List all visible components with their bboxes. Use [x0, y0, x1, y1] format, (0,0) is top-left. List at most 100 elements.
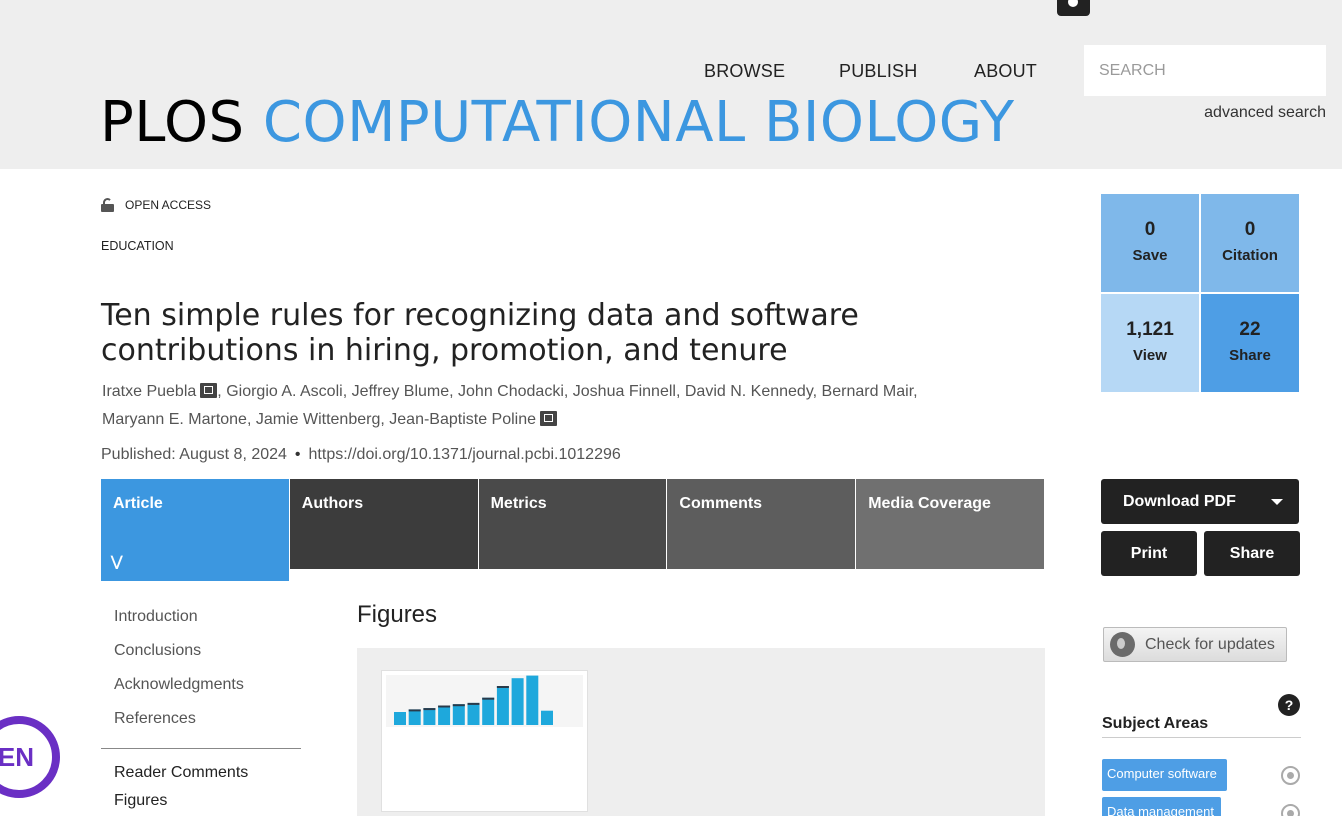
- tab-label: Comments: [679, 495, 763, 512]
- mail-icon[interactable]: [200, 383, 218, 398]
- metric-share-count: 22: [1239, 319, 1261, 340]
- thumb-bar: [482, 697, 495, 725]
- download-pdf-label: Download PDF: [1123, 493, 1236, 510]
- tab-metrics[interactable]: Metrics: [478, 479, 668, 569]
- mail-icon[interactable]: [540, 411, 558, 426]
- nav-acknowledgments[interactable]: Acknowledgments: [101, 670, 301, 704]
- metric-save[interactable]: 0 Save: [1101, 194, 1199, 292]
- author-link: David N. Kennedy,: [684, 383, 818, 400]
- author-name[interactable]: Giorgio A. Ascoli: [226, 383, 343, 400]
- journal-logo[interactable]: PLOS COMPUTATIONAL BIOLOGY: [100, 88, 1015, 158]
- author-name[interactable]: Iratxe Puebla: [102, 383, 196, 400]
- nav-reader-comments[interactable]: Reader Comments: [101, 761, 301, 789]
- nav-figures[interactable]: Figures: [101, 789, 301, 816]
- thumb-bar-cap: [467, 702, 480, 705]
- published-date: Published: August 8, 2024: [101, 446, 287, 463]
- share-button[interactable]: Share: [1204, 531, 1300, 576]
- metric-citation[interactable]: 0 Citation: [1201, 194, 1299, 292]
- article-category: EDUCATION: [101, 239, 174, 253]
- publication-info: Published: August 8, 2024 • https://doi.or…: [101, 446, 621, 463]
- print-button[interactable]: Print: [1101, 531, 1197, 576]
- settings-gear-icon[interactable]: [1057, 0, 1090, 16]
- site-header: BROWSE PUBLISH ABOUT advanced search PLO…: [0, 0, 1342, 169]
- thumb-bar-cap: [452, 704, 465, 707]
- article-tabs: Article ⋁ Authors Metrics Comments Media…: [101, 479, 1044, 581]
- author-link: John Chodacki,: [458, 383, 569, 400]
- author-list: Iratxe Puebla, Giorgio A. Ascoli, Jeffre…: [102, 378, 982, 434]
- advanced-search-link[interactable]: advanced search: [1204, 104, 1326, 122]
- author-name[interactable]: Joshua Finnell: [573, 383, 676, 400]
- metric-citation-label: Citation: [1222, 247, 1278, 264]
- check-for-updates-button[interactable]: Check for updates: [1103, 627, 1287, 662]
- subject-areas-heading: Subject Areas: [1102, 715, 1301, 738]
- author-link: Jean-Baptiste Poline: [389, 411, 558, 428]
- open-access-text: OPEN ACCESS: [125, 198, 212, 212]
- thumb-bar-cap: [423, 708, 436, 711]
- author-name[interactable]: John Chodacki: [458, 383, 564, 400]
- author-name[interactable]: Bernard Mair: [822, 383, 914, 400]
- author-link: Giorgio A. Ascoli,: [226, 383, 348, 400]
- metric-citation-count: 0: [1244, 219, 1256, 240]
- subject-tag-data-management[interactable]: Data management: [1102, 797, 1221, 816]
- metric-save-count: 0: [1144, 219, 1156, 240]
- nav-publish[interactable]: PUBLISH: [839, 61, 917, 82]
- tab-label: Authors: [301, 495, 364, 512]
- nav-conclusions[interactable]: Conclusions: [101, 636, 301, 670]
- thumb-bar: [423, 708, 436, 725]
- tab-label: Article: [113, 495, 163, 512]
- nav-references[interactable]: References: [101, 704, 301, 738]
- thumb-bar: [541, 710, 553, 725]
- metric-share-label: Share: [1229, 347, 1271, 364]
- figure-thumbnail-chart: [386, 675, 583, 727]
- thumb-bar-cap: [438, 705, 451, 708]
- open-access-label: OPEN ACCESS: [101, 198, 211, 212]
- search-input[interactable]: [1084, 45, 1326, 96]
- author-name[interactable]: Jeffrey Blume: [352, 383, 450, 400]
- target-icon[interactable]: [1281, 766, 1300, 785]
- nav-about[interactable]: ABOUT: [974, 61, 1037, 82]
- tab-label: Media Coverage: [868, 495, 991, 512]
- metric-view-count: 1,121: [1126, 319, 1174, 340]
- thumb-bar: [526, 675, 539, 725]
- doi-link[interactable]: https://doi.org/10.1371/journal.pcbi.101…: [309, 446, 621, 463]
- nav-divider: [101, 748, 301, 749]
- thumb-bar-cap: [408, 709, 421, 712]
- nav-browse[interactable]: BROWSE: [704, 61, 785, 82]
- check-updates-label: Check for updates: [1145, 635, 1275, 653]
- figures-carousel: [357, 648, 1045, 816]
- author-name[interactable]: David N. Kennedy: [685, 383, 813, 400]
- thumb-bar: [394, 712, 406, 725]
- journal-logo-name: COMPUTATIONAL BIOLOGY: [262, 90, 1015, 155]
- metric-save-label: Save: [1132, 247, 1168, 264]
- tab-media-coverage[interactable]: Media Coverage: [856, 479, 1044, 569]
- metric-share[interactable]: 22 Share: [1201, 294, 1299, 392]
- nav-introduction[interactable]: Introduction: [101, 602, 301, 636]
- download-pdf-button[interactable]: Download PDF: [1101, 479, 1299, 524]
- unlock-icon: [101, 198, 115, 212]
- thumb-bar: [511, 678, 524, 725]
- article-section-nav: Introduction Conclusions Acknowledgments…: [101, 602, 301, 816]
- tab-article[interactable]: Article ⋁: [101, 479, 290, 581]
- thumb-bar-cap: [482, 697, 495, 700]
- author-link: Bernard Mair,: [821, 383, 918, 400]
- tab-authors[interactable]: Authors: [289, 479, 479, 569]
- subject-tag-computer-software[interactable]: Computer software: [1102, 759, 1227, 791]
- author-name[interactable]: Maryann E. Martone: [102, 411, 247, 428]
- language-badge[interactable]: EN: [0, 716, 60, 798]
- caret-down-icon[interactable]: [1271, 499, 1283, 505]
- tab-comments[interactable]: Comments: [667, 479, 857, 569]
- metric-view-label: View: [1133, 347, 1167, 364]
- author-link: Jeffrey Blume,: [351, 383, 454, 400]
- figure-thumbnail[interactable]: [381, 670, 588, 812]
- author-link: Maryann E. Martone,: [102, 411, 252, 428]
- thumb-bar: [496, 686, 509, 725]
- thumb-bar: [438, 705, 451, 725]
- author-link: Joshua Finnell,: [572, 383, 681, 400]
- target-icon[interactable]: [1281, 804, 1300, 816]
- article-title: Ten simple rules for recognizing data an…: [101, 298, 859, 368]
- author-name[interactable]: Jean-Baptiste Poline: [389, 411, 536, 428]
- double-chevron-down-icon: ⋁: [111, 553, 123, 569]
- author-name[interactable]: Jamie Wittenberg: [256, 411, 381, 428]
- metric-view[interactable]: 1,121 View: [1101, 294, 1199, 392]
- help-icon[interactable]: ?: [1278, 694, 1300, 716]
